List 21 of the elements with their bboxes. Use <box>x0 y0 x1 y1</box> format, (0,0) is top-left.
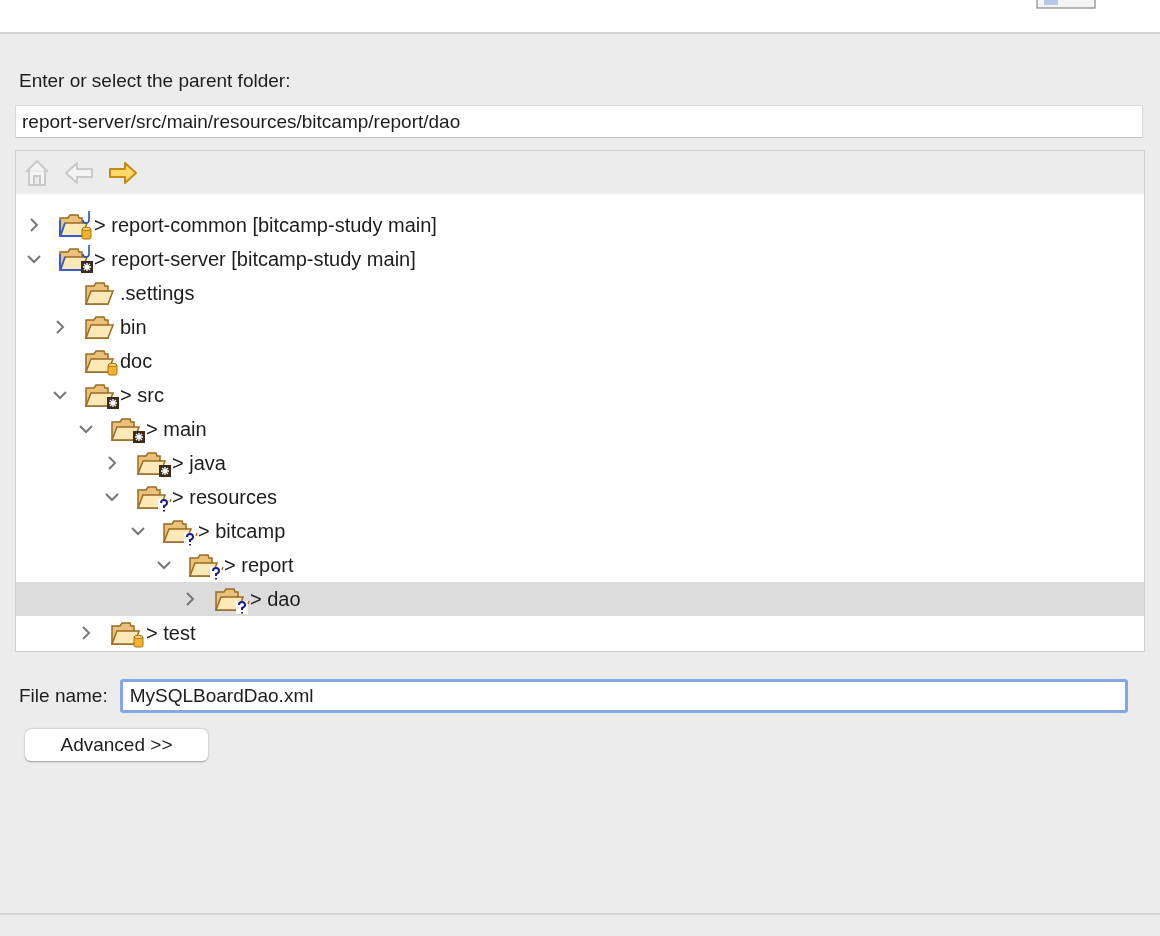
project-folder-icon <box>58 210 94 240</box>
file-name-field[interactable]: MySQLBoardDao.xml <box>119 679 1128 713</box>
folder-path-field[interactable]: report-server/src/main/resources/bitcamp/report/dao <box>15 105 1143 138</box>
tree-item[interactable]: > report-common [bitcamp-study main] <box>16 208 1144 242</box>
tree-item[interactable]: > resources <box>16 480 1144 514</box>
tree-item[interactable]: > test <box>16 616 1144 650</box>
tree-item[interactable]: > dao <box>16 582 1144 616</box>
tree-item[interactable]: > report-server [bitcamp-study main] <box>16 242 1144 276</box>
folder-prompt: Enter or select the parent folder: <box>19 70 291 93</box>
tree-item[interactable]: > main <box>16 412 1144 446</box>
forward-arrow-icon[interactable] <box>108 160 138 185</box>
tree-item[interactable]: bin <box>16 310 1144 344</box>
tree-item[interactable]: > java <box>16 446 1144 480</box>
tree-item[interactable]: .settings <box>16 276 1144 310</box>
advanced-button[interactable]: Advanced >> <box>25 729 208 761</box>
tree-item[interactable]: > src <box>16 378 1144 412</box>
tree-item[interactable]: > report <box>16 548 1144 582</box>
tree-item[interactable]: > bitcamp <box>16 514 1144 548</box>
project-folder-icon <box>58 244 94 274</box>
file-name-label: File name: <box>19 685 108 707</box>
tree-item[interactable]: doc <box>16 344 1144 378</box>
